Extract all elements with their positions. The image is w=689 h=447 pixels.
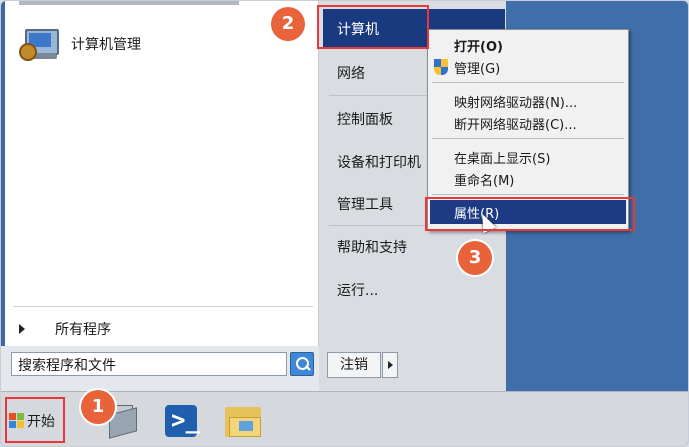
divider [432,194,624,195]
divider [432,138,624,139]
computer-management-icon [19,27,59,61]
logoff-button[interactable]: 注销 [327,352,381,378]
right-item-help[interactable]: 帮助和支持 [337,237,407,257]
right-item-control-panel[interactable]: 控制面板 [337,109,393,129]
explorer-folder-icon[interactable] [223,401,263,441]
pinned-item-computer-management[interactable]: 计算机管理 [19,27,141,61]
search-input[interactable]: 搜索程序和文件 [11,352,287,376]
arrow-right-icon [19,324,25,334]
shutdown-options-arrow[interactable] [382,352,398,378]
divider [432,82,624,83]
right-item-network[interactable]: 网络 [337,63,365,83]
uac-shield-icon [434,59,448,75]
ctx-show-on-desktop[interactable]: 在桌面上显示(S) [454,148,550,167]
start-menu-left-pane: 计算机管理 所有程序 [5,1,319,346]
powershell-icon[interactable]: >_ [165,405,200,437]
highlight-box-computer [317,5,429,49]
highlight-box-start [5,397,65,443]
screenshot-frame: 计算机管理 所有程序 搜索程序和文件 计算机 网络 控制面板 设备和打印机 管理… [0,0,689,447]
cut-off-pinned-item [19,1,259,7]
ctx-disconnect-drive[interactable]: 断开网络驱动器(C)... [454,114,577,133]
pinned-item-label: 计算机管理 [71,37,141,53]
highlight-box-properties [425,197,635,231]
all-programs-button[interactable]: 所有程序 [19,319,111,339]
ctx-manage[interactable]: 管理(G) [454,58,500,77]
ctx-map-drive[interactable]: 映射网络驱动器(N)... [454,92,577,111]
divider [13,306,313,307]
step-badge-3: 3 [458,241,492,275]
step-badge-1: 1 [81,390,115,424]
right-item-devices-printers[interactable]: 设备和打印机 [337,152,421,172]
right-item-admin-tools[interactable]: 管理工具 [337,194,393,214]
ctx-rename[interactable]: 重命名(M) [454,170,514,189]
ctx-open[interactable]: 打开(O) [454,36,503,55]
step-badge-2: 2 [271,7,305,41]
all-programs-label: 所有程序 [55,322,111,338]
right-item-run[interactable]: 运行... [337,280,378,300]
search-button[interactable] [290,352,314,376]
